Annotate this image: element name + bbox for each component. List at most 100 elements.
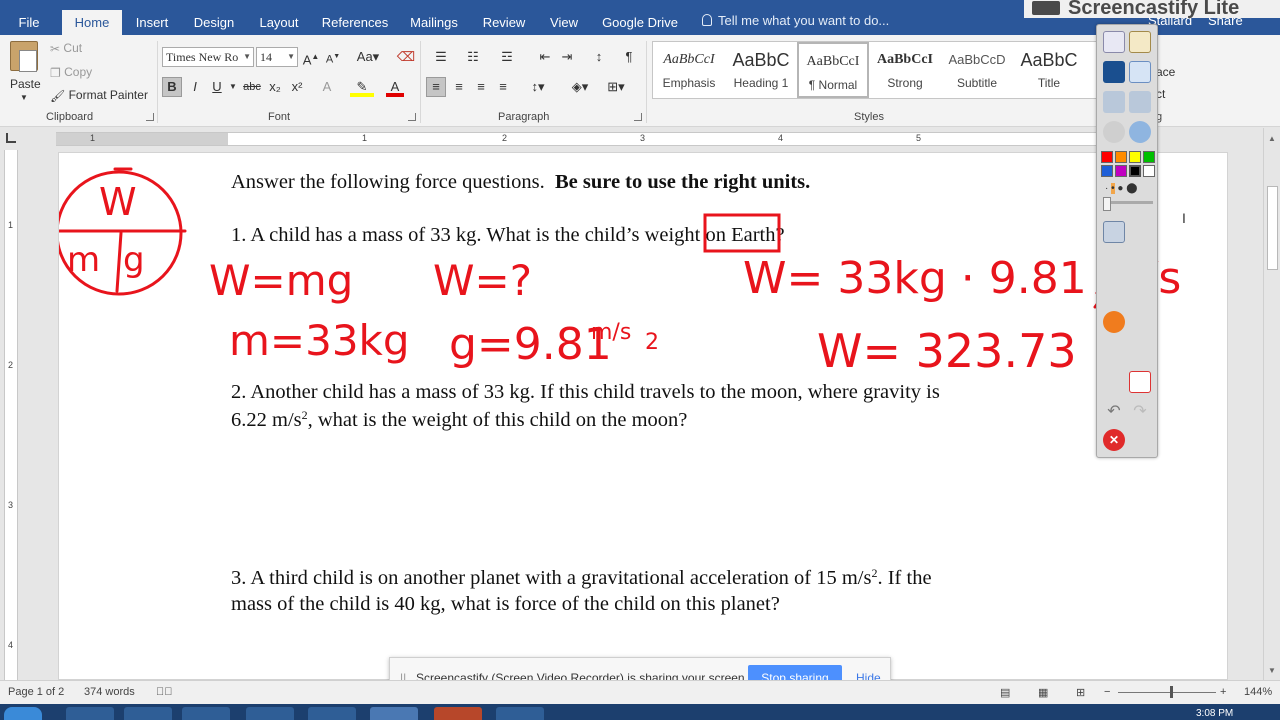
- powerpoint-icon[interactable]: [434, 707, 482, 720]
- globe-icon[interactable]: [1129, 121, 1151, 143]
- tab-insert[interactable]: Insert: [130, 10, 174, 35]
- eraser-icon[interactable]: [1103, 281, 1125, 303]
- pencil-icon[interactable]: [1103, 251, 1125, 273]
- scroll-up-icon[interactable]: ▲: [1268, 134, 1276, 143]
- sort-icon[interactable]: ↕: [590, 47, 608, 67]
- document-page[interactable]: Answer the following force questions. Be…: [58, 152, 1228, 680]
- vertical-ruler[interactable]: 1 2 3 4: [4, 150, 18, 680]
- underline-button[interactable]: U: [208, 77, 226, 97]
- tab-design[interactable]: Design: [188, 10, 240, 35]
- justify-icon[interactable]: ≡: [494, 77, 512, 97]
- paste-button[interactable]: Paste: [10, 77, 41, 91]
- undo-page-icon[interactable]: [1103, 91, 1125, 113]
- highlighter-icon[interactable]: [1129, 251, 1151, 273]
- color-white-swatch[interactable]: [1143, 165, 1155, 177]
- line-spacing-icon[interactable]: ↕▾: [524, 77, 552, 97]
- vertical-scrollbar[interactable]: ▲ ▼: [1263, 128, 1280, 680]
- zoom-level[interactable]: 144%: [1244, 686, 1272, 698]
- tab-mailings[interactable]: Mailings: [404, 10, 464, 35]
- style-emphasis[interactable]: AaBbCcI Emphasis: [653, 42, 725, 98]
- redo-icon[interactable]: ↷: [1129, 401, 1151, 423]
- cut-button[interactable]: ✂ Cut: [50, 41, 82, 56]
- zoom-in-icon[interactable]: +: [1220, 686, 1226, 698]
- word-count[interactable]: 374 words: [84, 686, 135, 698]
- paragraph-launcher-icon[interactable]: [634, 113, 642, 121]
- zoom-slider-thumb[interactable]: [1170, 686, 1173, 698]
- subscript-button[interactable]: x₂: [266, 77, 284, 97]
- file-explorer-icon[interactable]: [124, 707, 172, 720]
- multilevel-list-icon[interactable]: ☲: [492, 47, 522, 67]
- style-normal[interactable]: AaBbCcI ¶ Normal: [797, 42, 869, 98]
- underline-dropdown-icon[interactable]: ▼: [228, 77, 238, 97]
- numbering-icon[interactable]: ☷: [460, 47, 486, 67]
- outlook-icon[interactable]: [308, 707, 356, 720]
- shrink-font-icon[interactable]: A▼: [324, 47, 342, 67]
- fill-bucket-icon[interactable]: [1129, 281, 1151, 303]
- italic-button[interactable]: I: [186, 77, 204, 97]
- zoom-slider-track[interactable]: [1118, 692, 1216, 693]
- tab-references[interactable]: References: [318, 10, 392, 35]
- style-subtitle[interactable]: AaBbCcD Subtitle: [941, 42, 1013, 98]
- superscript-button[interactable]: x²: [288, 77, 306, 97]
- decrease-indent-icon[interactable]: ⇤: [536, 47, 554, 67]
- change-case-icon[interactable]: Aa▾: [352, 47, 384, 67]
- tab-view[interactable]: View: [544, 10, 584, 35]
- color-green-swatch[interactable]: [1143, 151, 1155, 163]
- font-color-icon[interactable]: A: [386, 77, 404, 97]
- proofing-icon[interactable]: ▯⃠: [156, 686, 173, 698]
- tab-review[interactable]: Review: [478, 10, 530, 35]
- web-layout-icon[interactable]: ⊞: [1076, 686, 1085, 699]
- style-heading-1[interactable]: AaBbC Heading 1: [725, 42, 797, 98]
- align-center-icon[interactable]: ≡: [450, 77, 468, 97]
- pen-size-picker[interactable]: · • ● ⬤: [1105, 183, 1137, 194]
- bold-button[interactable]: B: [162, 77, 182, 97]
- strikethrough-button[interactable]: abc: [242, 77, 262, 97]
- pilcrow-icon[interactable]: ¶: [620, 47, 638, 67]
- start-button-icon[interactable]: [4, 707, 42, 720]
- replace-button[interactable]: ace: [1156, 65, 1175, 79]
- tab-layout[interactable]: Layout: [254, 10, 304, 35]
- font-size-box[interactable]: 14 ▼: [256, 47, 298, 67]
- color-red-swatch[interactable]: [1101, 151, 1113, 163]
- tab-google-drive[interactable]: Google Drive: [598, 10, 682, 35]
- color-black-swatch[interactable]: [1129, 165, 1141, 177]
- snipping-tool-icon[interactable]: [496, 707, 544, 720]
- page-count[interactable]: Page 1 of 2: [8, 686, 64, 698]
- clear-formatting-icon[interactable]: ⌫: [396, 47, 416, 67]
- bullets-icon[interactable]: ☰: [428, 47, 454, 67]
- effects-icon[interactable]: [1129, 341, 1151, 363]
- shapes-icon[interactable]: [1103, 311, 1125, 333]
- media-icon[interactable]: [182, 707, 230, 720]
- paste-icon[interactable]: [10, 41, 38, 72]
- style-title[interactable]: AaBbC Title: [1013, 42, 1085, 98]
- color-purple-swatch[interactable]: [1115, 165, 1127, 177]
- align-left-icon[interactable]: ≡: [426, 77, 446, 97]
- chrome-icon[interactable]: [246, 707, 294, 720]
- ie-icon[interactable]: [66, 707, 114, 720]
- tab-home[interactable]: Home: [62, 10, 122, 35]
- color-blue-swatch[interactable]: [1101, 165, 1113, 177]
- font-name-box[interactable]: Times New Ro ▼: [162, 47, 254, 67]
- tell-me-search[interactable]: Tell me what you want to do...: [702, 13, 889, 28]
- opacity-slider-thumb[interactable]: [1103, 197, 1111, 211]
- format-painter-button[interactable]: 🖌 Format Painter: [50, 88, 148, 103]
- word-icon[interactable]: [370, 707, 418, 720]
- highlight-icon[interactable]: ✎: [350, 77, 374, 97]
- scroll-thumb[interactable]: [1267, 186, 1278, 270]
- undo-icon[interactable]: ↶: [1103, 401, 1125, 423]
- play-icon[interactable]: [1103, 121, 1125, 143]
- redo-page-icon[interactable]: [1129, 91, 1151, 113]
- shading-icon[interactable]: ◈▾: [566, 77, 594, 97]
- tools-icon[interactable]: [1129, 221, 1151, 243]
- style-strong[interactable]: AaBbCcI Strong: [869, 42, 941, 98]
- zoom-out-icon[interactable]: −: [1104, 686, 1110, 698]
- line-tool-icon[interactable]: [1129, 311, 1151, 333]
- align-right-icon[interactable]: ≡: [472, 77, 490, 97]
- color-orange-swatch[interactable]: [1115, 151, 1127, 163]
- horizontal-ruler[interactable]: 1 1 2 3 4 5: [56, 132, 1096, 146]
- image-icon[interactable]: [1129, 31, 1151, 53]
- font-launcher-icon[interactable]: [408, 113, 416, 121]
- tab-file[interactable]: File: [8, 10, 50, 35]
- spray-icon[interactable]: [1103, 371, 1125, 393]
- close-icon[interactable]: ✕: [1103, 429, 1125, 451]
